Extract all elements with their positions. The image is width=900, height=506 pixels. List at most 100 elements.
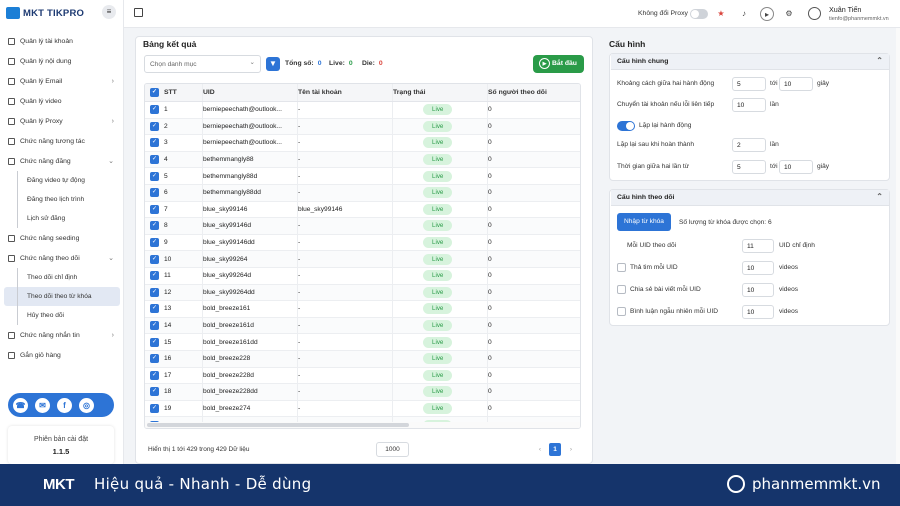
bell-icon[interactable]: ♪ <box>737 7 751 21</box>
sidebar-item-messaging[interactable]: Chức năng nhắn tin › <box>0 325 124 345</box>
website-icon[interactable]: ◎ <box>79 397 94 413</box>
table-row[interactable]: ✓ 9 blue_sky99146dd - Live 0 <box>145 234 580 252</box>
row-checkbox[interactable]: ✓ <box>150 171 159 181</box>
row-checkbox[interactable]: ✓ <box>150 188 159 198</box>
messenger-icon[interactable]: ✉ <box>35 397 50 413</box>
support-icon[interactable]: ☎ <box>13 397 28 413</box>
comment-input[interactable]: 10 <box>742 305 774 319</box>
row-checkbox[interactable]: ✓ <box>150 370 159 380</box>
repeat-toggle[interactable] <box>617 121 635 131</box>
heart-input[interactable]: 10 <box>742 261 774 275</box>
table-row[interactable]: ✓ 5 bethemmangly88d - Live 0 <box>145 168 580 185</box>
comment-checkbox[interactable] <box>617 307 626 316</box>
vertical-scrollbar[interactable] <box>896 28 900 464</box>
row-checkbox[interactable]: ✓ <box>150 304 159 314</box>
table-row[interactable]: ✓ 8 blue_sky99146d - Live 0 <box>145 218 580 235</box>
row-checkbox[interactable]: ✓ <box>150 105 159 115</box>
table-row[interactable]: ✓ 12 blue_sky99264dd - Live 0 <box>145 284 580 302</box>
sidebar-sub-unfollow[interactable]: Hủy theo dõi <box>0 306 124 325</box>
delay-to-input[interactable]: 10 <box>779 77 813 91</box>
table-row[interactable]: ✓ 17 bold_breeze228d - Live 0 <box>145 367 580 385</box>
banner-website[interactable]: phanmemmkt.vn <box>752 475 881 493</box>
expand-icon[interactable] <box>134 8 143 17</box>
table-row[interactable]: ✓ 15 bold_breeze161dd - Live 0 <box>145 334 580 351</box>
horizontal-scrollbar[interactable] <box>145 422 580 428</box>
general-config-header[interactable]: Cấu hình chung ⌃ <box>611 54 889 70</box>
sidebar-item-accounts[interactable]: Quản lý tài khoản <box>0 31 124 51</box>
row-checkbox[interactable]: ✓ <box>150 155 159 165</box>
page-button-1[interactable]: 1 <box>549 443 561 456</box>
table-row[interactable]: ✓ 16 bold_breeze228- Live 0 <box>145 351 580 368</box>
next-page-button[interactable]: › <box>565 443 577 456</box>
repeat-after-input[interactable]: 2 <box>732 138 766 152</box>
row-checkbox[interactable]: ✓ <box>150 121 159 131</box>
table-row[interactable]: ✓ 6 bethemmangly88dd - Live 0 <box>145 185 580 202</box>
row-checkbox[interactable]: ✓ <box>150 337 159 347</box>
sidebar-item-content[interactable]: Quản lý nội dung <box>0 51 124 71</box>
row-checkbox[interactable]: ✓ <box>150 221 159 231</box>
col-followers[interactable]: Số người theo dõi <box>487 84 580 101</box>
sidebar-item-posting[interactable]: Chức năng đăng ⌄ <box>0 151 124 171</box>
sidebar-sub-scheduled-post[interactable]: Đăng theo lịch trình <box>0 190 124 209</box>
table-row[interactable]: ✓ 1 berniepeechath@outlook... - Live 0 <box>145 102 580 119</box>
uid-follow-input[interactable]: 11 <box>742 239 774 253</box>
start-button[interactable]: ▶ Bắt đầu <box>533 55 584 73</box>
facebook-icon[interactable]: f <box>57 397 72 413</box>
row-checkbox[interactable]: ✓ <box>150 321 159 331</box>
sidebar-item-video[interactable]: Quản lý video <box>0 91 124 111</box>
table-row[interactable]: ✓ 14 bold_breeze161d - Live 0 <box>145 317 580 335</box>
table-row[interactable]: ✓ 19 bold_breeze274- Live 0 <box>145 400 580 418</box>
sidebar-sub-follow-specified[interactable]: Theo dõi chỉ định <box>0 268 124 287</box>
sidebar-item-seeding[interactable]: Chức năng seeding <box>0 228 124 248</box>
play-icon[interactable]: ▸ <box>760 7 774 21</box>
row-checkbox[interactable]: ✓ <box>150 204 159 214</box>
proxy-toggle[interactable] <box>690 9 708 19</box>
select-all-checkbox[interactable]: ✓ <box>150 88 159 97</box>
sidebar-item-proxy[interactable]: Quản lý Proxy › <box>0 111 124 131</box>
sidebar-item-email[interactable]: Quản lý Email › <box>0 71 124 91</box>
switch-account-input[interactable]: 10 <box>732 98 766 112</box>
table-row[interactable]: ✓ 4 bethemmangly88- Live 0 <box>145 151 580 169</box>
row-checkbox[interactable]: ✓ <box>150 254 159 264</box>
category-select[interactable]: Chọn danh mục <box>144 55 261 73</box>
sidebar-sub-auto-post[interactable]: Đăng video tự động <box>0 171 124 190</box>
sidebar-item-follow[interactable]: Chức năng theo dõi ⌄ <box>0 248 124 268</box>
table-row[interactable]: ✓ 18 bold_breeze228dd - Live 0 <box>145 384 580 401</box>
sidebar-item-cart[interactable]: Gắn giỏ hàng <box>0 345 124 365</box>
row-checkbox[interactable]: ✓ <box>150 404 159 414</box>
table-row[interactable]: ✓ 3 berniepeechath@outlook... - Live 0 <box>145 135 580 152</box>
row-checkbox[interactable]: ✓ <box>150 387 159 397</box>
col-stt[interactable]: STT <box>164 84 202 101</box>
menu-toggle-button[interactable]: ≡ <box>102 5 116 19</box>
col-account-name[interactable]: Tên tài khoản <box>297 84 392 101</box>
scroll-thumb[interactable] <box>147 423 409 427</box>
heart-checkbox[interactable] <box>617 263 626 272</box>
import-keywords-button[interactable]: Nhập từ khóa <box>617 213 671 231</box>
wait-to-input[interactable]: 10 <box>779 160 813 174</box>
col-status[interactable]: Trạng thái <box>392 84 487 101</box>
share-checkbox[interactable] <box>617 285 626 294</box>
table-row[interactable]: ✓ 11 blue_sky99264d - Live 0 <box>145 268 580 285</box>
table-row[interactable]: ✓ 10 blue_sky99264- Live 0 <box>145 251 580 268</box>
row-checkbox[interactable]: ✓ <box>150 271 159 281</box>
row-checkbox[interactable]: ✓ <box>150 287 159 297</box>
filter-icon[interactable]: ▼ <box>266 57 280 71</box>
sidebar-sub-post-history[interactable]: Lịch sử đăng <box>0 209 124 228</box>
row-checkbox[interactable]: ✓ <box>150 354 159 364</box>
col-uid[interactable]: UID <box>202 84 297 101</box>
avatar[interactable] <box>808 7 821 20</box>
row-checkbox[interactable]: ✓ <box>150 138 159 148</box>
follow-config-header[interactable]: Cấu hình theo dõi ⌃ <box>611 190 889 206</box>
delay-from-input[interactable]: 5 <box>732 77 766 91</box>
page-size-select[interactable]: 1000 <box>376 442 409 457</box>
table-row[interactable]: ✓ 13 bold_breeze161- Live 0 <box>145 301 580 318</box>
gear-icon[interactable]: ⚙ <box>782 7 796 21</box>
row-checkbox[interactable]: ✓ <box>150 238 159 248</box>
sidebar-item-interaction[interactable]: Chức năng tương tác <box>0 131 124 151</box>
table-row[interactable]: ✓ 2 berniepeechath@outlook... - Live 0 <box>145 118 580 136</box>
prev-page-button[interactable]: ‹ <box>534 443 546 456</box>
table-row[interactable]: ✓ 7 blue_sky99146 blue_sky99146 Live 0 <box>145 201 580 219</box>
share-input[interactable]: 10 <box>742 283 774 297</box>
sidebar-sub-follow-keyword[interactable]: Theo dõi theo từ khóa <box>4 287 120 306</box>
wait-from-input[interactable]: 5 <box>732 160 766 174</box>
